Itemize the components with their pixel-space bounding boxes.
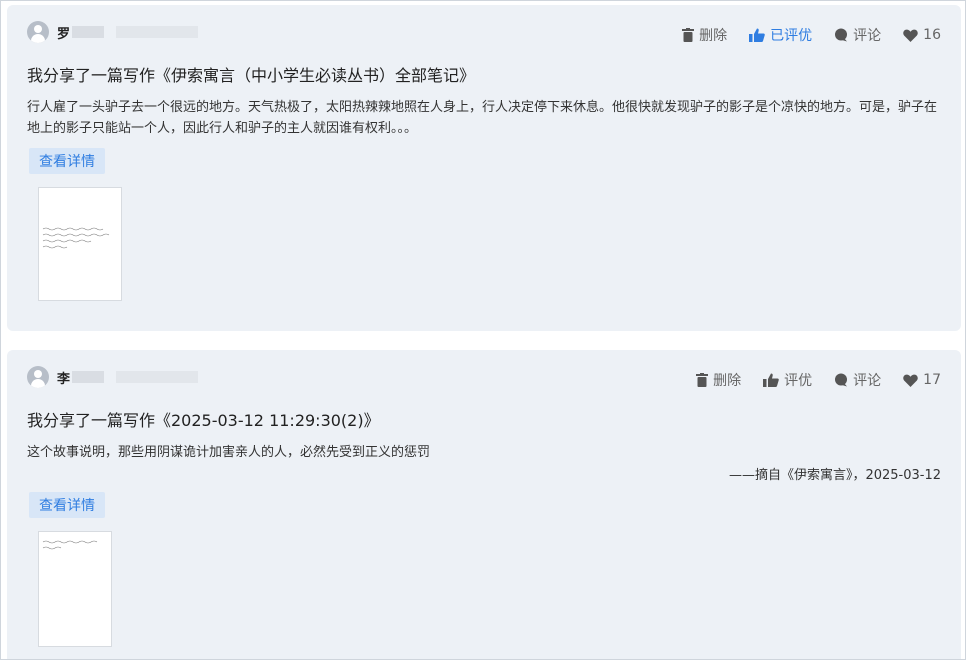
post-title[interactable]: 我分享了一篇写作《2025-03-12 11:29:30(2)》 [27,407,380,431]
thumbs-up-icon [749,28,765,42]
delete-label: 删除 [699,28,728,44]
post-source: ——摘自《伊索寓言》，2025-03-12 [728,468,941,483]
rate-label: 评优 [784,373,813,389]
user-avatar-icon [27,21,49,43]
delete-button[interactable]: 删除 [682,25,727,45]
post-author: 李 [27,366,199,388]
post-title[interactable]: 我分享了一篇写作《伊索寓言（中小学生必读丛书）全部笔记》 [27,62,475,86]
comment-icon [835,28,848,42]
delete-button[interactable]: 删除 [696,370,741,390]
heart-icon [903,29,918,42]
delete-label: 删除 [713,373,742,389]
redacted-name-part [116,26,199,38]
handwriting-scribble [42,540,98,550]
comment-icon [835,373,848,387]
like-button[interactable]: 17 [903,372,941,388]
post-card: 李 删除 评优 评论 17 我分享了一篇写作《2025-03-12 11:29:… [7,350,961,659]
attachment-thumbnail[interactable] [38,531,112,647]
heart-icon [903,374,918,387]
post-actions: 删除 评优 评论 17 [674,370,941,390]
thumbs-up-icon [763,373,779,387]
author-name: 罗 [57,26,71,42]
comment-label: 评论 [853,28,882,44]
trash-icon [696,373,709,387]
redacted-name-part [116,371,199,383]
rate-label: 已评优 [770,28,813,44]
rate-button[interactable]: 已评优 [749,25,812,45]
feed: 罗 删除 已评优 评论 16 我分享了一篇写作《伊索寓言（中小学生必读丛书）全部… [0,0,966,660]
comment-label: 评论 [853,373,882,389]
comment-button[interactable]: 评论 [834,370,881,390]
view-details-button[interactable]: 查看详情 [29,492,105,518]
handwriting-scribble [42,227,110,249]
user-avatar-icon [27,366,49,388]
redacted-name-part [72,26,105,38]
trash-icon [682,28,695,42]
like-button[interactable]: 16 [903,27,941,43]
post-author: 罗 [27,21,199,43]
comment-button[interactable]: 评论 [834,25,881,45]
rate-button[interactable]: 评优 [763,370,812,390]
view-details-button[interactable]: 查看详情 [29,148,105,174]
like-count: 16 [923,27,941,43]
author-name: 李 [57,371,71,387]
like-count: 17 [923,372,941,388]
post-excerpt: 这个故事说明，那些用阴谋诡计加害亲人的人，必然先受到正义的惩罚 [27,445,431,460]
post-excerpt: 行人雇了一头驴子去一个很远的地方。天气热极了，太阳热辣辣地照在人身上，行人决定停… [27,100,938,136]
post-card: 罗 删除 已评优 评论 16 我分享了一篇写作《伊索寓言（中小学生必读丛书）全部… [7,5,961,331]
redacted-name-part [72,371,105,383]
post-actions: 删除 已评优 评论 16 [660,25,941,45]
attachment-thumbnail[interactable] [38,187,122,301]
